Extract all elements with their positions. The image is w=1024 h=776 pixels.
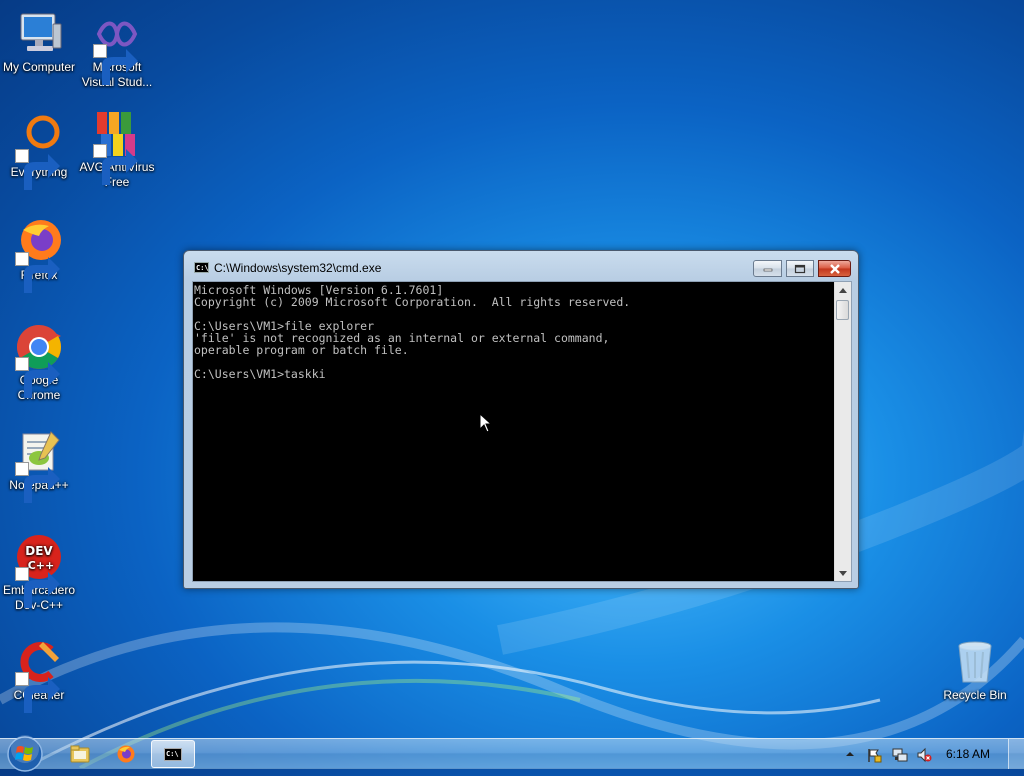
- taskbar: C:\ 6:18 AM: [0, 735, 1024, 772]
- desktop-icon-avg-antivirus[interactable]: AVG AntiVirus Free: [77, 110, 157, 190]
- desktop-icon-label: Recycle Bin: [943, 688, 1007, 702]
- desktop-icon-my-computer[interactable]: My Computer: [0, 10, 79, 75]
- maximize-button[interactable]: [786, 260, 814, 277]
- firefox-icon: [117, 745, 135, 763]
- start-button[interactable]: [6, 735, 44, 773]
- taskbar-firefox[interactable]: [104, 740, 148, 768]
- desktop-icon-label: My Computer: [2, 60, 76, 74]
- shortcut-arrow-icon: [93, 144, 138, 185]
- action-center-flag-icon[interactable]: [866, 747, 882, 763]
- scrollbar-thumb[interactable]: [836, 300, 849, 320]
- recycle-bin-icon: [958, 641, 992, 683]
- close-icon: [829, 263, 840, 274]
- cmd-icon: C:\: [164, 747, 182, 761]
- shortcut-arrow-icon: [15, 567, 60, 608]
- folder-icon: [70, 745, 90, 763]
- desktop-icon-notepadpp[interactable]: Notepad++: [0, 428, 79, 503]
- scroll-up-button[interactable]: [835, 282, 851, 298]
- maximize-icon: [794, 264, 806, 273]
- taskbar-clock[interactable]: 6:18 AM: [946, 747, 990, 761]
- chevron-down-icon: [839, 570, 847, 576]
- shortcut-arrow-icon: [93, 44, 138, 85]
- desktop-icon-everything[interactable]: Everything: [0, 115, 79, 190]
- network-icon[interactable]: [892, 747, 908, 763]
- shortcut-arrow-icon: [15, 462, 60, 503]
- taskbar-command-prompt[interactable]: C:\: [151, 740, 195, 768]
- window-titlebar[interactable]: C:\ C:\Windows\system32\cmd.exe: [184, 251, 858, 281]
- volume-muted-icon[interactable]: [916, 747, 932, 763]
- desktop-icon-firefox[interactable]: Firefox: [0, 218, 79, 293]
- computer-icon: [20, 13, 62, 51]
- desktop-icon-devcpp[interactable]: DEV C++ Embarcadero Dev-C++: [0, 533, 79, 613]
- chevron-up-icon: [839, 287, 847, 293]
- cmd-icon: C:\: [194, 262, 209, 273]
- shortcut-arrow-icon: [15, 149, 60, 190]
- mouse-pointer-icon: [479, 413, 493, 433]
- desktop-icon-google-chrome[interactable]: Google Chrome: [0, 323, 79, 403]
- vertical-scrollbar[interactable]: [834, 282, 851, 581]
- close-button[interactable]: [818, 260, 851, 277]
- cmd-window[interactable]: C:\ C:\Windows\system32\cmd.exe Microsof…: [183, 250, 859, 589]
- show-hidden-icons-button[interactable]: [843, 749, 857, 759]
- window-title: C:\Windows\system32\cmd.exe: [214, 261, 382, 275]
- show-desktop-button[interactable]: [1008, 739, 1024, 769]
- console-area[interactable]: Microsoft Windows [Version 6.1.7601] Cop…: [192, 281, 852, 582]
- minimize-icon: [763, 268, 772, 271]
- taskbar-windows-explorer[interactable]: [58, 740, 102, 768]
- desktop-icon-recycle-bin[interactable]: Recycle Bin: [935, 638, 1015, 703]
- svg-text:DEV: DEV: [25, 544, 53, 558]
- scroll-down-button[interactable]: [835, 565, 851, 581]
- desktop-icon-ccleaner[interactable]: CCleaner: [0, 638, 79, 713]
- shortcut-arrow-icon: [15, 252, 60, 293]
- console-output[interactable]: Microsoft Windows [Version 6.1.7601] Cop…: [193, 282, 833, 581]
- desktop-icon-visual-studio[interactable]: Microsoft Visual Stud...: [77, 10, 157, 90]
- shortcut-arrow-icon: [15, 672, 60, 713]
- minimize-button[interactable]: [753, 260, 782, 277]
- windows-logo-icon: [7, 735, 43, 772]
- shortcut-arrow-icon: [15, 357, 60, 398]
